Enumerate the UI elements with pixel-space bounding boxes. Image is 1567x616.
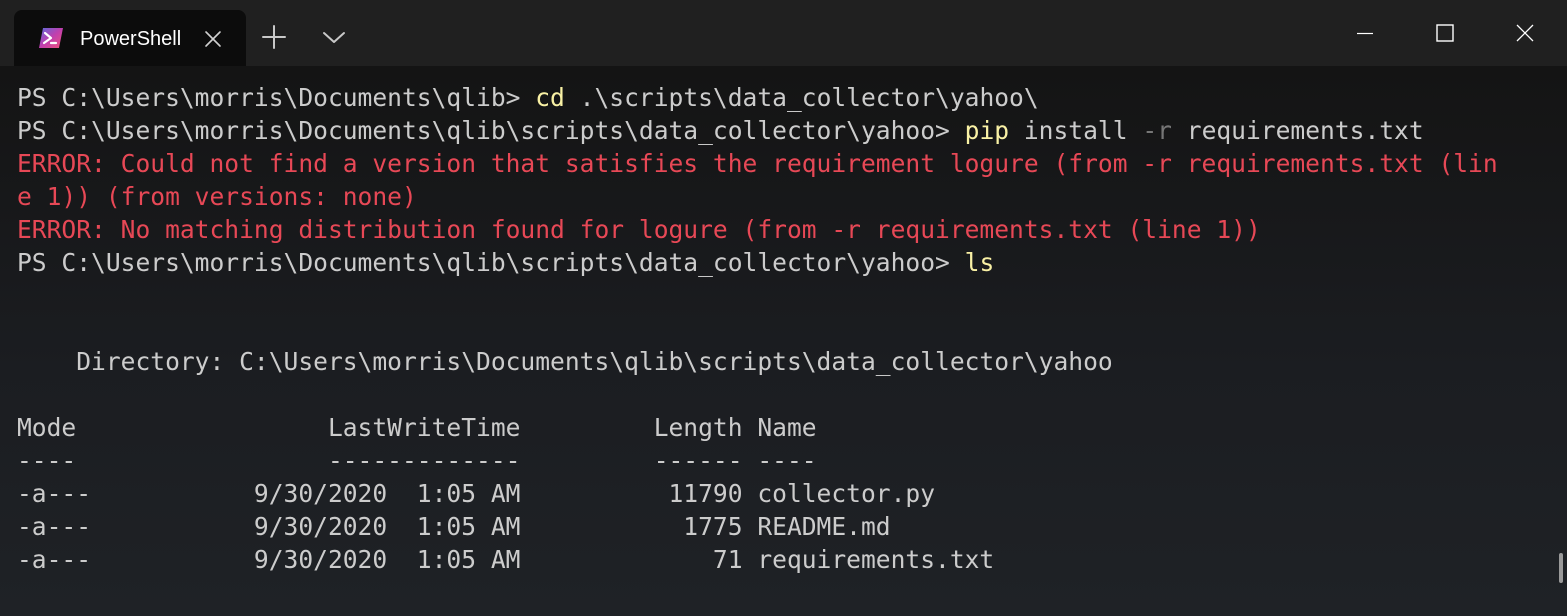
terminal-line: Directory: C:\Users\morris\Documents\qli… xyxy=(17,345,1498,378)
terminal-line: Mode LastWriteTime Length Name xyxy=(17,411,1498,444)
terminal-window: PowerShell PS C:\Users\morris\Documents\… xyxy=(0,0,1567,616)
scrollbar-thumb[interactable] xyxy=(1559,553,1563,583)
terminal-lines: PS C:\Users\morris\Documents\qlib> cd .\… xyxy=(17,81,1498,576)
terminal-segment-default: -a--- 9/30/2020 1:05 AM 71 requirements.… xyxy=(17,545,995,574)
chevron-down-icon xyxy=(323,32,345,43)
terminal-segment-cmd: cd xyxy=(535,83,565,112)
terminal-line: ERROR: Could not find a version that sat… xyxy=(17,147,1498,180)
terminal-segment-error: ERROR: Could not find a version that sat… xyxy=(17,149,1498,178)
tab-powershell[interactable]: PowerShell xyxy=(14,10,246,66)
terminal-line: ---- ------------- ------ ---- xyxy=(17,444,1498,477)
terminal-segment-error: e 1)) (from versions: none) xyxy=(17,182,417,211)
minimize-button[interactable] xyxy=(1325,0,1405,66)
terminal-segment-default: PS C:\Users\morris\Documents\qlib\script… xyxy=(17,116,965,145)
terminal-segment-default: PS C:\Users\morris\Documents\qlib> xyxy=(17,83,536,112)
new-tab-button[interactable] xyxy=(256,22,292,52)
terminal-segment-default: Directory: C:\Users\morris\Documents\qli… xyxy=(17,347,1113,376)
terminal-segment-default: PS C:\Users\morris\Documents\qlib\script… xyxy=(17,248,965,277)
terminal-line: e 1)) (from versions: none) xyxy=(17,180,1498,213)
close-icon xyxy=(205,31,221,47)
powershell-icon xyxy=(38,27,64,49)
terminal-segment-default: Mode LastWriteTime Length Name xyxy=(17,413,817,442)
close-icon xyxy=(1516,24,1534,42)
terminal-segment-cmd: ls xyxy=(964,248,995,277)
terminal-line: -a--- 9/30/2020 1:05 AM 1775 README.md xyxy=(17,510,1498,543)
terminal-segment-param: -r xyxy=(1142,116,1172,145)
terminal-segment-cmd: pip xyxy=(964,116,1010,145)
terminal-segment-default: install xyxy=(1009,116,1143,145)
terminal-segment-default: ---- ------------- ------ ---- xyxy=(17,446,817,475)
maximize-button[interactable] xyxy=(1405,0,1485,66)
maximize-icon xyxy=(1436,24,1454,42)
tab-title: PowerShell xyxy=(80,28,182,50)
terminal-segment-default: -a--- 9/30/2020 1:05 AM 1775 README.md xyxy=(17,512,891,541)
terminal-line: -a--- 9/30/2020 1:05 AM 11790 collector.… xyxy=(17,477,1498,510)
terminal-line: -a--- 9/30/2020 1:05 AM 71 requirements.… xyxy=(17,543,1498,576)
plus-icon xyxy=(262,25,286,49)
tab-dropdown-button[interactable] xyxy=(316,22,352,52)
tab-close-button[interactable] xyxy=(200,26,226,52)
terminal-segment-default: .\scripts\data_collector\yahoo\ xyxy=(564,83,1039,112)
close-button[interactable] xyxy=(1485,0,1565,66)
terminal-line: PS C:\Users\morris\Documents\qlib\script… xyxy=(17,246,1498,279)
terminal-segment-error: ERROR: No matching distribution found fo… xyxy=(17,215,1261,244)
terminal-line: PS C:\Users\morris\Documents\qlib\script… xyxy=(17,114,1498,147)
terminal-segment-default: requirements.txt xyxy=(1171,116,1424,145)
terminal-output[interactable]: PS C:\Users\morris\Documents\qlib> cd .\… xyxy=(0,66,1567,616)
title-bar[interactable]: PowerShell xyxy=(0,0,1567,66)
terminal-line: PS C:\Users\morris\Documents\qlib> cd .\… xyxy=(17,81,1498,114)
terminal-line: ERROR: No matching distribution found fo… xyxy=(17,213,1498,246)
minimize-icon xyxy=(1357,32,1373,35)
terminal-segment-default: -a--- 9/30/2020 1:05 AM 11790 collector.… xyxy=(17,479,936,508)
